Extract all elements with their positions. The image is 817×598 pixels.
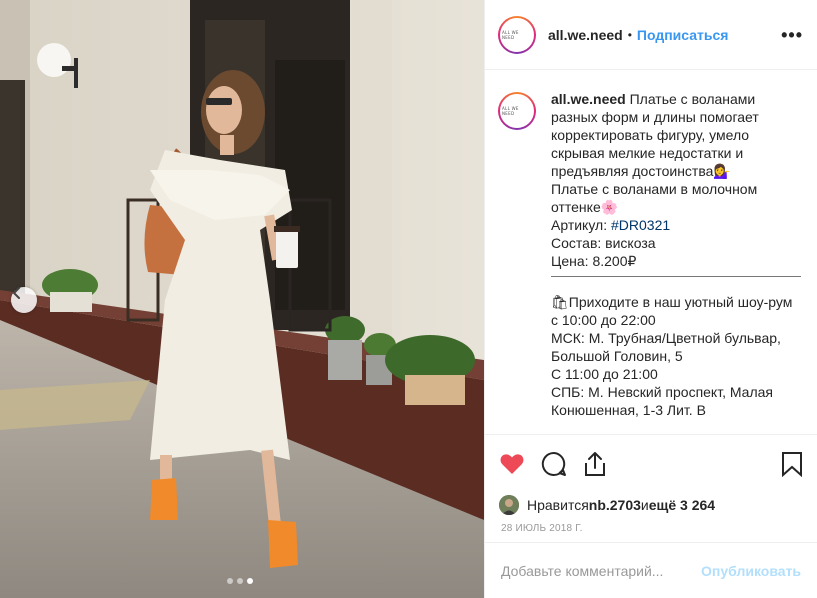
likes-summary: Нравится nb.2703 и ещё 3 264 — [485, 493, 817, 517]
caption-text: all.we.need Платье с воланами разных фор… — [551, 90, 803, 434]
follow-button[interactable]: Подписаться — [637, 27, 729, 43]
likes-count-link[interactable]: ещё 3 264 — [649, 497, 715, 513]
carousel-dot — [227, 578, 233, 584]
caption-line: корректировать фигуру, умело — [551, 127, 750, 143]
caption-area: ALL WE NEED all.we.need Платье с воланам… — [485, 70, 817, 435]
caption-line: МСК: М. Трубная/Цветной бульвар, — [551, 330, 781, 346]
chevron-left-icon — [12, 287, 20, 299]
carousel-prev-button[interactable] — [11, 287, 37, 313]
caption-line: Цена: 8.200₽ — [551, 253, 637, 269]
caption-divider — [551, 276, 801, 277]
liker-avatar[interactable] — [499, 495, 519, 515]
separator-dot: • — [627, 27, 632, 42]
bookmark-icon — [782, 452, 802, 477]
comment-icon — [541, 451, 566, 476]
caption-line: скрывая мелкие недостатки и — [551, 145, 744, 161]
caption-line: Артикул: #DR0321 — [551, 216, 803, 234]
caption-text-segment: Платье с воланами — [625, 91, 756, 107]
caption-username[interactable]: all.we.need — [551, 91, 626, 107]
avatar-inner: ALL WE NEED — [500, 17, 534, 52]
caption-line: Конюшенная, 1-3 Лит. В — [551, 402, 706, 418]
username-link[interactable]: all.we.need — [548, 27, 623, 43]
caption-line: разных форм и длины помогает — [551, 109, 759, 125]
avatar-inner: ALL WE NEED — [500, 94, 534, 128]
comment-button[interactable] — [541, 451, 567, 477]
caption-line: С 11:00 до 21:00 — [551, 366, 658, 382]
liker-avatar-image — [499, 495, 519, 515]
carousel-dot-active — [247, 578, 253, 584]
post-viewer: ALL WE NEED all.we.need • Подписаться ••… — [0, 0, 817, 598]
post-sidebar: ALL WE NEED all.we.need • Подписаться ••… — [484, 0, 817, 598]
more-options-icon[interactable]: ••• — [781, 26, 803, 44]
caption-line: all.we.need Платье с воланами — [551, 90, 803, 108]
share-icon — [585, 452, 605, 476]
avatar-logo-text: ALL WE NEED — [502, 29, 519, 40]
likes-prefix: Нравится — [527, 497, 589, 513]
hashtag-link[interactable]: #DR0321 — [611, 217, 670, 233]
caption-line: оттенке🌸 — [551, 199, 619, 215]
caption-line: Платье с воланами в молочном — [551, 181, 758, 197]
caption-line: Большой Головин, 5 — [551, 348, 683, 364]
avatar[interactable]: ALL WE NEED — [498, 15, 536, 54]
comment-input[interactable] — [501, 562, 702, 579]
share-button[interactable] — [583, 451, 607, 477]
caption-avatar[interactable]: ALL WE NEED — [498, 92, 536, 130]
liker-username[interactable]: nb.2703 — [589, 497, 641, 513]
save-button[interactable] — [781, 451, 803, 477]
publish-button[interactable]: Опубликовать — [701, 563, 801, 579]
caption-line: Состав: вискоза — [551, 235, 656, 251]
comment-bar: Опубликовать — [485, 542, 817, 598]
heart-icon — [500, 454, 524, 474]
likes-conj: и — [640, 497, 649, 513]
caption-line: с 10:00 до 22:00 — [551, 312, 656, 328]
caption-line: СПБ: М. Невский проспект, Малая — [551, 384, 773, 400]
caption-line: предъявляя достоинства💁‍♀️ — [551, 163, 731, 179]
carousel-dot — [237, 578, 243, 584]
post-header: ALL WE NEED all.we.need • Подписаться ••… — [485, 0, 817, 70]
article-label: Артикул: — [551, 217, 611, 233]
post-actions — [485, 435, 817, 493]
photo-image — [0, 0, 484, 598]
carousel-indicator — [227, 578, 253, 584]
post-photo[interactable] — [0, 0, 484, 598]
avatar-logo-text: ALL WE NEED — [502, 106, 519, 116]
caption-line: 🛍Приходите в наш уютный шоу-рум — [551, 294, 793, 310]
like-button[interactable] — [499, 452, 525, 476]
